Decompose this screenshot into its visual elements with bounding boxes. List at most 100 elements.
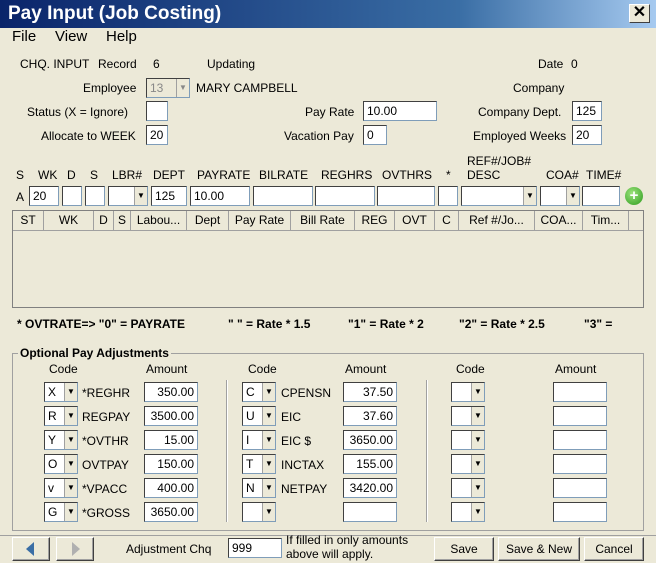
ovtrate-legend-blank: " " = Rate * 1.5 [228, 317, 311, 331]
employed-weeks-input[interactable]: 20 [572, 125, 602, 145]
save-button[interactable]: Save [434, 537, 494, 561]
grid-col-coa[interactable]: COA... [535, 211, 583, 231]
adj-left-code-select[interactable]: G ▼ [44, 502, 78, 522]
close-button[interactable]: ✕ [629, 4, 650, 23]
entry-time-input[interactable] [582, 186, 620, 206]
adj-right-amount-input[interactable] [553, 430, 607, 450]
entry-coa-select[interactable]: ▼ [540, 186, 580, 206]
adj-right-code-select[interactable]: ▼ [451, 430, 485, 450]
status-input[interactable] [146, 101, 168, 121]
adj-middle-amount-input[interactable]: 3650.00 [343, 430, 397, 450]
col-header-payrate: PAYRATE [197, 168, 251, 182]
adj-right-amount-input[interactable] [553, 478, 607, 498]
grid-col-billrate[interactable]: Bill Rate [291, 211, 355, 231]
pay-rate-input[interactable]: 10.00 [363, 101, 437, 121]
adj-left-code-select[interactable]: Y ▼ [44, 430, 78, 450]
grid-col-payrate[interactable]: Pay Rate [229, 211, 291, 231]
menu-file[interactable]: File [12, 28, 36, 46]
grid-col-s[interactable]: S [114, 211, 131, 231]
adj-left-code-select[interactable]: O ▼ [44, 454, 78, 474]
adj-middle-code-select[interactable]: ▼ [242, 502, 276, 522]
adj-middle-code-select[interactable]: U ▼ [242, 406, 276, 426]
entry-star-input[interactable] [438, 186, 458, 206]
add-row-icon[interactable]: + [625, 187, 643, 205]
menu-help[interactable]: Help [106, 28, 137, 46]
entry-d-input[interactable] [62, 186, 82, 206]
adj-left-amount-input[interactable]: 3650.00 [144, 502, 198, 522]
adj-right-code-select[interactable]: ▼ [451, 406, 485, 426]
col-header-coa: COA# [546, 168, 579, 182]
entry-dept-input[interactable]: 125 [151, 186, 187, 206]
grid-col-reg[interactable]: REG [355, 211, 395, 231]
adj-right-code-select[interactable]: ▼ [451, 502, 485, 522]
adj-right-code-select[interactable]: ▼ [451, 478, 485, 498]
adj-left-code-select[interactable]: v ▼ [44, 478, 78, 498]
entry-wk-input[interactable]: 20 [29, 186, 59, 206]
menu-view[interactable]: View [55, 28, 87, 46]
adj-middle-code-select[interactable]: C ▼ [242, 382, 276, 402]
adj-middle-amount-input[interactable]: 37.60 [343, 406, 397, 426]
col-header-bilrate: BILRATE [259, 168, 309, 182]
close-icon: ✕ [632, 4, 647, 21]
adj-middle-amount-input[interactable]: 3420.00 [343, 478, 397, 498]
adj-middle-code-select[interactable]: T ▼ [242, 454, 276, 474]
adj-left-desc: *OVTHR [82, 434, 129, 448]
adj-left-amount-input[interactable]: 3500.00 [144, 406, 198, 426]
adj-middle-amount-input[interactable] [343, 502, 397, 522]
adj-right-amount-input[interactable] [553, 406, 607, 426]
adj-right-code-select[interactable]: ▼ [451, 454, 485, 474]
adj-middle-amount-input[interactable]: 155.00 [343, 454, 397, 474]
employee-select[interactable]: 13 ▼ [146, 78, 190, 98]
adj-middle-code-select[interactable]: I ▼ [242, 430, 276, 450]
entry-s-input[interactable] [85, 186, 105, 206]
chq-input-label: CHQ. INPUT [20, 57, 90, 71]
adj-left-amount-input[interactable]: 15.00 [144, 430, 198, 450]
save-new-button[interactable]: Save & New [498, 537, 580, 561]
chevron-down-icon: ▼ [64, 479, 77, 497]
amount-header-1: Amount [146, 362, 188, 376]
grid-col-st[interactable]: ST [13, 211, 44, 231]
grid-col-time[interactable]: Tim... [583, 211, 629, 231]
grid-col-wk[interactable]: WK [44, 211, 94, 231]
entry-ovthrs-input[interactable] [377, 186, 435, 206]
adj-middle-amount-input[interactable]: 37.50 [343, 382, 397, 402]
adj-left-amount-input[interactable]: 400.00 [144, 478, 198, 498]
allocate-week-input[interactable]: 20 [146, 125, 168, 145]
entries-grid[interactable]: ST WK D S Labou... Dept Pay Rate Bill Ra… [12, 210, 644, 308]
code-header-2: Code [248, 362, 277, 376]
adj-left-amount-input[interactable]: 350.00 [144, 382, 198, 402]
date-label: Date [538, 57, 564, 71]
entry-bilrate-input[interactable] [253, 186, 313, 206]
adjustments-divider-2 [426, 380, 428, 522]
adj-right-amount-input[interactable] [553, 502, 607, 522]
entry-reghrs-input[interactable] [315, 186, 375, 206]
company-dept-input[interactable]: 125 [572, 101, 602, 121]
adj-code-value: N [246, 481, 255, 495]
arrow-right-icon [72, 542, 80, 556]
col-header-wk: WK [38, 168, 58, 182]
adj-right-amount-input[interactable] [553, 382, 607, 402]
grid-col-dept[interactable]: Dept [187, 211, 229, 231]
adj-right-code-select[interactable]: ▼ [451, 382, 485, 402]
chevron-down-icon: ▼ [64, 455, 77, 473]
adj-right-amount-input[interactable] [553, 454, 607, 474]
entry-payrate-input[interactable]: 10.00 [190, 186, 250, 206]
adj-middle-code-select[interactable]: N ▼ [242, 478, 276, 498]
adj-code-value: R [48, 409, 57, 423]
adjustment-chq-input[interactable]: 999 [228, 538, 282, 558]
grid-col-d[interactable]: D [94, 211, 114, 231]
vacation-pay-input[interactable]: 0 [363, 125, 387, 145]
adj-left-amount-input[interactable]: 150.00 [144, 454, 198, 474]
grid-col-ovt[interactable]: OVT [395, 211, 435, 231]
adj-left-code-select[interactable]: X ▼ [44, 382, 78, 402]
col-header-star: * [446, 168, 451, 182]
grid-col-labour[interactable]: Labou... [131, 211, 187, 231]
grid-col-ref[interactable]: Ref #/Jo... [459, 211, 535, 231]
adj-middle-desc: NETPAY [281, 482, 328, 496]
entry-ref-select[interactable]: ▼ [461, 186, 537, 206]
amount-header-2: Amount [345, 362, 387, 376]
adj-left-code-select[interactable]: R ▼ [44, 406, 78, 426]
cancel-button[interactable]: Cancel [584, 537, 644, 561]
entry-lbr-select[interactable]: ▼ [108, 186, 148, 206]
grid-col-c[interactable]: C [435, 211, 459, 231]
